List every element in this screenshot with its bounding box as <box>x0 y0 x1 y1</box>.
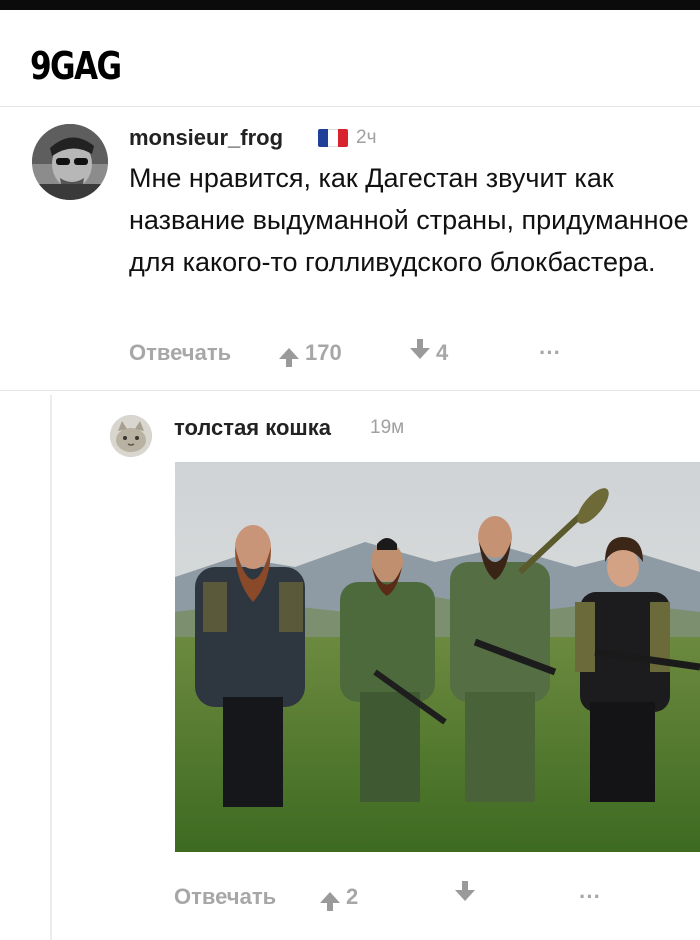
comment-actions: Отвечать 2 ··· <box>174 880 694 914</box>
upvote-button[interactable]: 170 <box>279 340 342 367</box>
downvote-button[interactable] <box>455 880 475 906</box>
downvote-button[interactable]: 4 <box>410 338 449 366</box>
avatar[interactable] <box>110 415 152 457</box>
upvote-count: 2 <box>346 884 359 909</box>
more-options-button[interactable]: ··· <box>539 340 561 366</box>
comment-username[interactable]: monsieur_frog <box>129 125 283 151</box>
comment: monsieur_frog 2ч Мне нравится, как Дагес… <box>0 107 700 391</box>
more-icon: ··· <box>539 340 561 365</box>
downvote-arrow-icon <box>455 880 475 901</box>
upvote-arrow-icon <box>320 891 340 911</box>
status-bar <box>0 0 700 10</box>
avatar[interactable] <box>32 124 108 200</box>
downvote-count: 4 <box>436 340 449 365</box>
more-options-button[interactable]: ··· <box>579 884 601 910</box>
upvote-count: 170 <box>305 340 342 365</box>
reply-button[interactable]: Отвечать <box>129 340 231 366</box>
comment-timestamp: 2ч <box>356 127 377 148</box>
upvote-arrow-icon <box>279 347 299 367</box>
france-flag-icon <box>318 129 348 147</box>
comment-photo[interactable] <box>175 462 700 852</box>
reply-comment: толстая кошка 19м Отвечать 2 ··· <box>0 391 700 940</box>
comment-username[interactable]: толстая кошка <box>174 415 331 441</box>
downvote-arrow-icon <box>410 338 430 359</box>
app-logo[interactable]: 9GAG <box>30 44 122 88</box>
upvote-button[interactable]: 2 <box>320 884 359 911</box>
reply-button[interactable]: Отвечать <box>174 884 276 910</box>
app-header: 9GAG <box>0 10 700 107</box>
more-icon: ··· <box>579 884 601 909</box>
comment-timestamp: 19м <box>370 417 405 438</box>
comment-actions: Отвечать 170 4 ··· <box>129 338 689 370</box>
comment-text: Мне нравится, как Дагестан звучит как на… <box>129 163 689 277</box>
